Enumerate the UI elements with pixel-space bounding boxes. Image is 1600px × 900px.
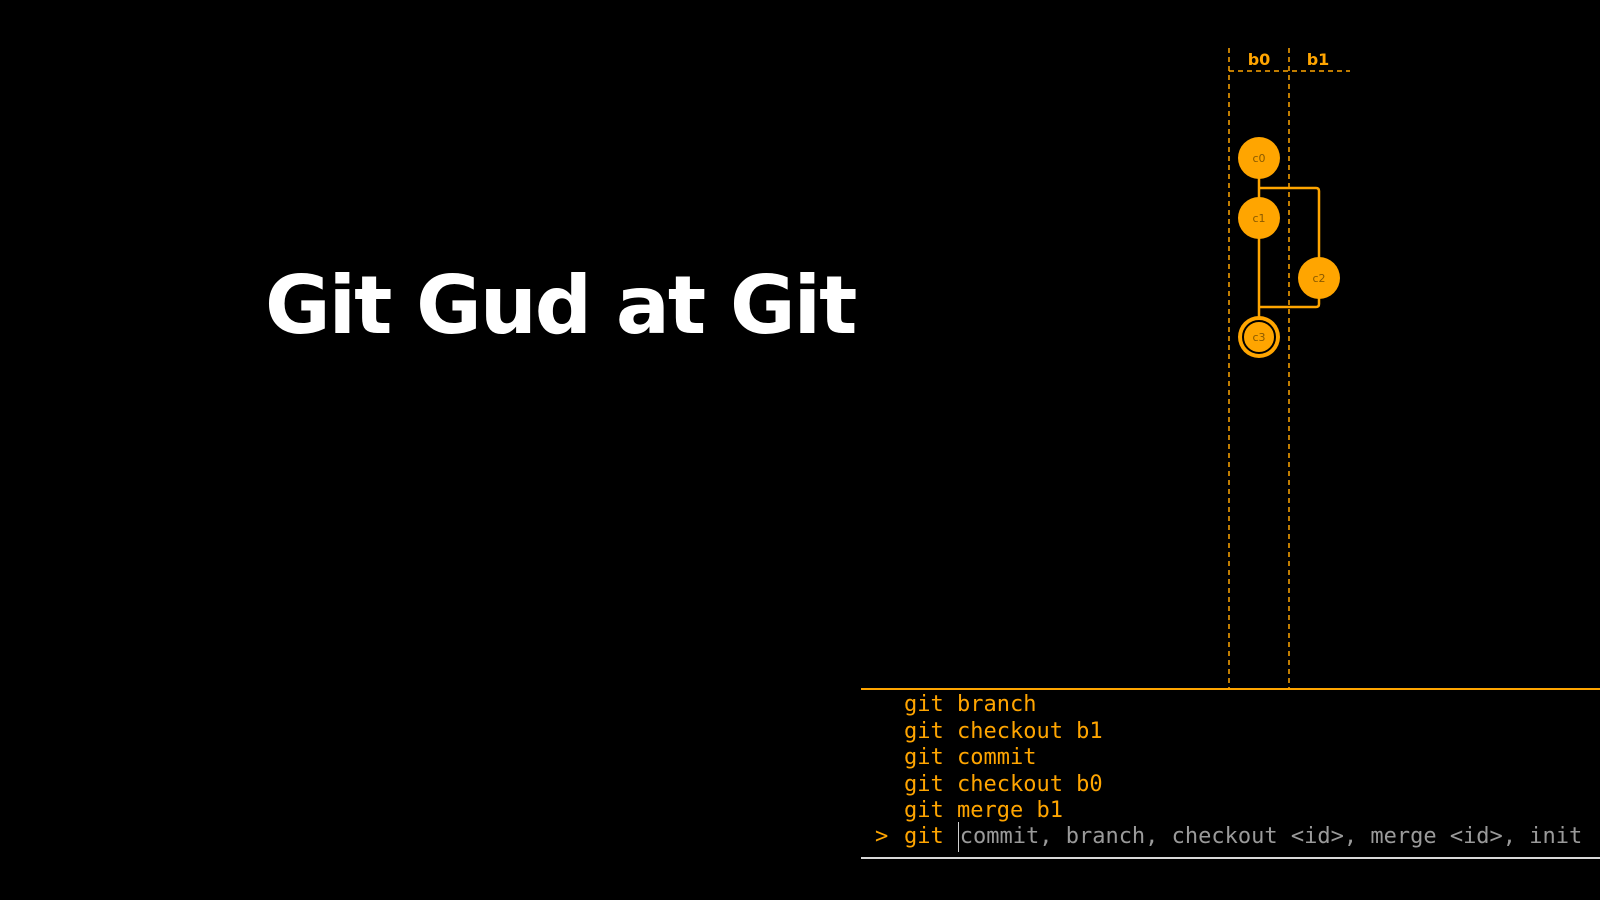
git-graph: b0 b1 c0 c1 c2 c3	[1228, 48, 1350, 688]
history-line: git merge b1	[904, 798, 1063, 823]
history-line: git checkout b0	[904, 771, 1103, 797]
commit-node-c1[interactable]: c1	[1238, 197, 1280, 239]
command-input[interactable]: commit, branch, checkout <id>, merge <id…	[957, 822, 1582, 852]
commit-label-c1: c1	[1252, 212, 1265, 225]
branch-label-b1: b1	[1307, 50, 1330, 69]
prompt-prefix: git	[904, 824, 944, 849]
prompt-row[interactable]: > git commit, branch, checkout <id>, merge…	[875, 822, 1582, 852]
commit-label-c0: c0	[1252, 152, 1265, 165]
commit-label-c2: c2	[1312, 272, 1325, 285]
git-terminal[interactable]: git branch git checkout b1 git commit gi…	[861, 688, 1600, 859]
history-line: git branch	[904, 692, 1037, 717]
commit-node-c3-current[interactable]: c3	[1238, 316, 1280, 358]
branch-label-b0: b0	[1248, 50, 1271, 69]
commit-node-c2[interactable]: c2	[1298, 257, 1340, 299]
history-line: git checkout b1	[904, 718, 1103, 744]
history-line: git commit	[904, 745, 1037, 770]
prompt-chevron-icon: >	[875, 824, 889, 849]
commit-label-c3: c3	[1252, 331, 1265, 344]
command-history: git branch git checkout b1 git commit gi…	[904, 692, 1103, 825]
commit-node-c0[interactable]: c0	[1238, 137, 1280, 179]
